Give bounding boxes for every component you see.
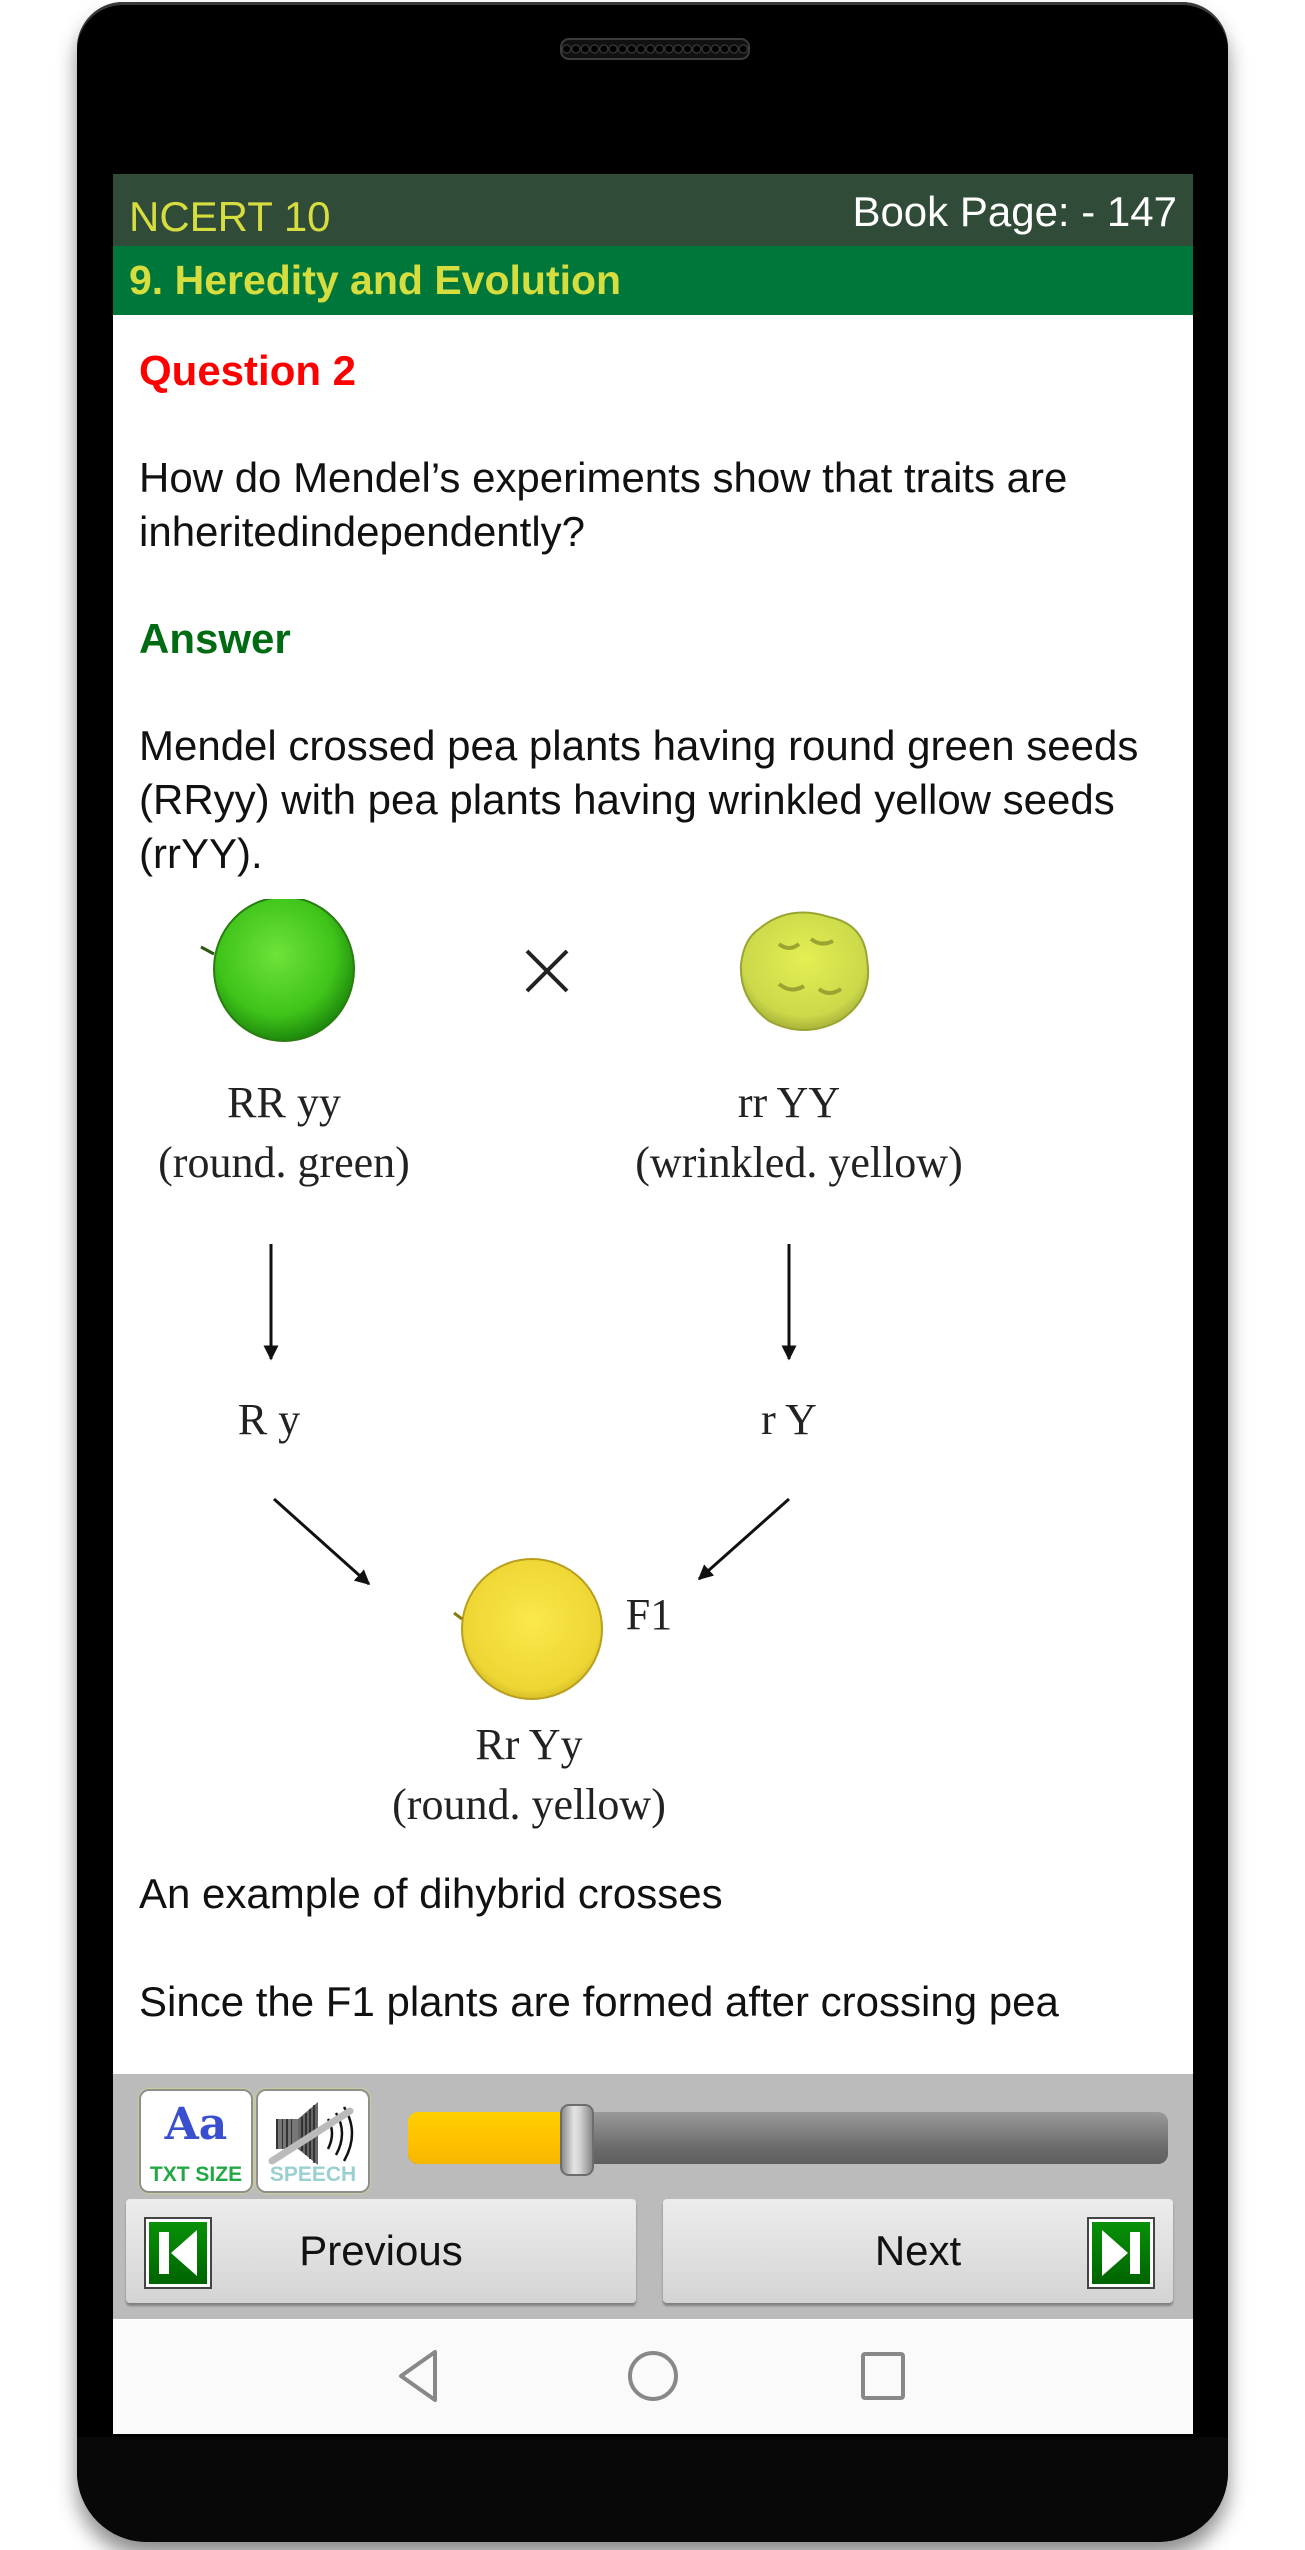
slider-fill (408, 2112, 576, 2164)
yellow-wrinkled-seed (739, 911, 870, 1031)
slider-thumb[interactable] (560, 2104, 595, 2176)
dihybrid-cross-diagram: RR yy (round. green) rr YY (wrinkled. ye… (139, 899, 1169, 1859)
content-area[interactable]: Question 2 How do Mendel’s experiments s… (113, 315, 1193, 2029)
answer-title: Answer (139, 615, 291, 662)
yellow-round-seed-f1 (453, 1558, 603, 1700)
previous-label: Previous (299, 2227, 463, 2274)
answer-continued-text: Since the F1 plants are formed after cro… (139, 1978, 1059, 2025)
speech-button[interactable]: SPEECH (256, 2089, 370, 2193)
text-size-icon: Aa (164, 2099, 228, 2150)
previous-button[interactable]: Previous (126, 2199, 636, 2303)
parent2-genotype: rr YY (737, 1078, 841, 1127)
question-title: Question 2 (139, 347, 357, 394)
arrow-gamete2-to-f1 (697, 1497, 790, 1581)
question-text: How do Mendel’s experiments show that tr… (139, 454, 1068, 555)
text-size-slider[interactable] (408, 2104, 1168, 2176)
f1-label: F1 (625, 1590, 673, 1639)
phone-chin (77, 2437, 1228, 2542)
reader-controls: Aa TXT SIZE SPEECH Previous Next (113, 2074, 1193, 2319)
skip-next-icon (1087, 2217, 1155, 2289)
text-size-label: TXT SIZE (149, 2163, 243, 2186)
f1-genotype: Rr Yy (475, 1720, 583, 1769)
book-page-indicator: Book Page: - 147 (852, 188, 1177, 235)
speech-label: SPEECH (269, 2163, 357, 2186)
parent2-phenotype: (wrinkled. yellow) (635, 1138, 963, 1187)
home-icon[interactable] (625, 2348, 681, 2404)
parent1-phenotype: (round. green) (158, 1138, 410, 1187)
system-navigation-bar (113, 2320, 1193, 2434)
next-button[interactable]: Next (663, 2199, 1173, 2303)
f1-phenotype: (round. yellow) (392, 1780, 666, 1829)
next-label: Next (874, 2227, 962, 2274)
recents-icon[interactable] (858, 2348, 908, 2404)
green-round-seed (200, 899, 355, 1042)
arrow-gamete1-to-f1 (272, 1497, 371, 1586)
skip-next-glyph (1102, 2230, 1140, 2276)
app-header: NCERT 10 Book Page: - 147 (113, 174, 1193, 246)
parent1-genotype: RR yy (227, 1078, 341, 1127)
text-size-button[interactable]: Aa TXT SIZE (139, 2089, 253, 2193)
answer-text: Mendel crossed pea plants having round g… (139, 722, 1139, 877)
diagram-caption: An example of dihybrid crosses (139, 1870, 723, 1917)
skip-previous-glyph (159, 2230, 197, 2276)
gamete2-label: r Y (761, 1395, 817, 1444)
skip-previous-icon (144, 2217, 212, 2289)
diagram-graphics (200, 899, 870, 1700)
cross-symbol (525, 949, 569, 993)
speaker-muted-icon (268, 2102, 354, 2165)
app-screen: NCERT 10 Book Page: - 147 9. Heredity an… (113, 174, 1193, 2434)
gamete1-label: R y (237, 1395, 301, 1444)
phone-speaker (560, 38, 750, 60)
back-icon[interactable] (395, 2348, 445, 2404)
chapter-title: 9. Heredity and Evolution (113, 246, 1193, 315)
app-title: NCERT 10 (129, 193, 331, 240)
